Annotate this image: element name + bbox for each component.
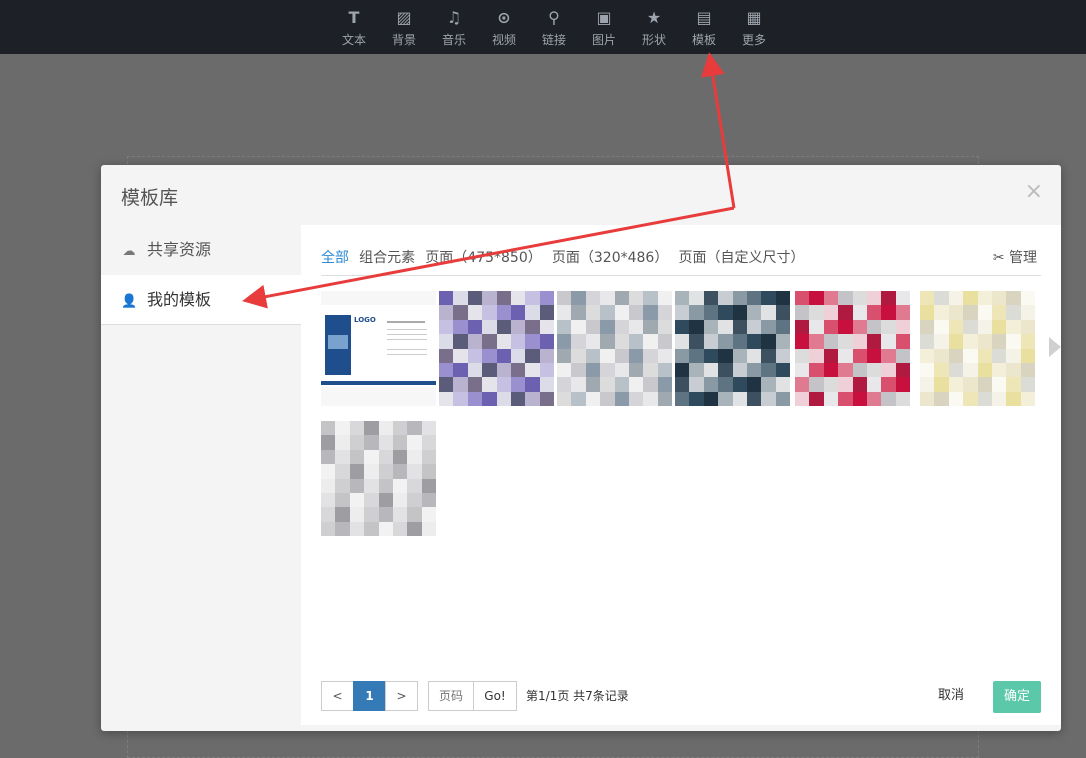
toolbar-text-label: 文本 bbox=[341, 33, 366, 47]
toolbar-template-label: 模板 bbox=[691, 33, 716, 47]
next-arrow-icon[interactable] bbox=[1049, 337, 1061, 357]
tab-page-320x486[interactable]: 页面（320*486） bbox=[552, 247, 668, 267]
thumbnail-text-line bbox=[387, 349, 427, 350]
manage-label: 管理 bbox=[1009, 250, 1037, 266]
tab-combo-elements[interactable]: 组合元素 bbox=[359, 247, 415, 267]
manage-button[interactable]: ✂ 管理 bbox=[993, 247, 1037, 267]
thumbnail-text-line bbox=[387, 334, 427, 335]
thumbnail-image bbox=[557, 291, 672, 406]
sidebar-item-label: 我的模板 bbox=[147, 290, 212, 309]
tab-all[interactable]: 全部 bbox=[321, 247, 349, 267]
toolbar-background-label: 背景 bbox=[391, 33, 416, 47]
thumbnail-text-line bbox=[387, 354, 427, 355]
sidebar-item-shared[interactable]: ☁ 共享资源 bbox=[101, 225, 301, 274]
toolbar-image-label: 图片 bbox=[591, 33, 616, 47]
toolbar-link-button[interactable]: ⚲ 链接 bbox=[534, 8, 574, 48]
tabs-divider bbox=[321, 275, 1041, 276]
link-icon: ⚲ bbox=[548, 8, 560, 27]
sidebar-item-my-templates[interactable]: 👤 我的模板 bbox=[101, 275, 301, 324]
thumbnail-image bbox=[439, 291, 554, 406]
current-page-button[interactable]: 1 bbox=[353, 681, 386, 711]
thumbnail-footer bbox=[321, 381, 436, 385]
toolbar-video-label: 视频 bbox=[491, 33, 516, 47]
more-icon: ▦ bbox=[746, 8, 762, 27]
template-library-modal: 模板库 × ☁ 共享资源 👤 我的模板 全部 组合元素 页面（475*850） 页面… bbox=[101, 165, 1061, 731]
toolbar-shape-button[interactable]: ★ 形状 bbox=[634, 8, 674, 48]
category-tabs: 全部 组合元素 页面（475*850） 页面（320*486） 页面（自定义尺寸… bbox=[321, 247, 810, 267]
toolbar-template-button[interactable]: ▤ 模板 bbox=[684, 8, 724, 48]
thumbnail-image bbox=[321, 421, 436, 536]
toolbar-text-button[interactable]: T 文本 bbox=[334, 8, 374, 48]
template-thumbnail[interactable]: LOGO bbox=[321, 291, 436, 406]
thumbnail-logo: LOGO bbox=[354, 316, 376, 324]
cloud-icon: ☁ bbox=[122, 244, 136, 259]
toolbar-more-button[interactable]: ▦ 更多 bbox=[734, 8, 774, 48]
template-thumbnail[interactable] bbox=[321, 421, 436, 536]
toolbar-link-label: 链接 bbox=[541, 33, 566, 47]
thumbnail-text-line bbox=[387, 321, 425, 323]
background-icon: ▨ bbox=[396, 8, 412, 27]
template-thumbnail[interactable] bbox=[675, 291, 790, 406]
cancel-button[interactable]: 取消 bbox=[921, 681, 981, 711]
star-icon: ★ bbox=[646, 8, 662, 27]
toolbar-shape-label: 形状 bbox=[641, 33, 666, 47]
template-thumbnail[interactable] bbox=[920, 291, 1035, 406]
top-toolbar: T 文本 ▨ 背景 ♫ 音乐 ⊙ 视频 ⚲ 链接 ▣ 图片 ★ 形状 ▤ 模板 … bbox=[0, 0, 1086, 54]
thumbnail-image bbox=[920, 291, 1035, 406]
toolbar-music-button[interactable]: ♫ 音乐 bbox=[434, 8, 474, 48]
sidebar-item-label: 共享资源 bbox=[147, 240, 212, 259]
thumbnail-photo bbox=[328, 335, 348, 349]
sidebar-divider bbox=[101, 324, 301, 325]
tab-page-475x850[interactable]: 页面（475*850） bbox=[425, 247, 541, 267]
thumbnail-text-line bbox=[387, 339, 427, 340]
toolbar-video-button[interactable]: ⊙ 视频 bbox=[484, 8, 524, 48]
toolbar-music-label: 音乐 bbox=[441, 33, 466, 47]
toolbar-more-label: 更多 bbox=[741, 33, 766, 47]
modal-title: 模板库 bbox=[121, 187, 179, 209]
music-icon: ♫ bbox=[446, 8, 462, 27]
thumbnail-image bbox=[675, 291, 790, 406]
confirm-button[interactable]: 确定 bbox=[993, 681, 1041, 713]
thumbnail-text-line bbox=[387, 329, 427, 330]
close-icon[interactable]: × bbox=[1025, 181, 1043, 203]
template-thumbnail[interactable] bbox=[795, 291, 910, 406]
template-thumbnail[interactable] bbox=[557, 291, 672, 406]
next-page-button[interactable]: > bbox=[385, 681, 418, 711]
page-info-text: 第1/1页 共7条记录 bbox=[526, 689, 629, 703]
template-thumbnail[interactable] bbox=[439, 291, 554, 406]
prev-page-button[interactable]: < bbox=[321, 681, 354, 711]
tab-page-custom[interactable]: 页面（自定义尺寸） bbox=[678, 247, 804, 267]
user-icon: 👤 bbox=[121, 294, 138, 309]
toolbar-image-button[interactable]: ▣ 图片 bbox=[584, 8, 624, 48]
text-icon: T bbox=[348, 8, 360, 27]
go-button[interactable]: Go! bbox=[473, 681, 517, 711]
template-icon: ▤ bbox=[696, 8, 712, 27]
video-icon: ⊙ bbox=[497, 8, 511, 27]
toolbar-background-button[interactable]: ▨ 背景 bbox=[384, 8, 424, 48]
thumbnail-image bbox=[795, 291, 910, 406]
image-icon: ▣ bbox=[596, 8, 612, 27]
template-content-panel: 全部 组合元素 页面（475*850） 页面（320*486） 页面（自定义尺寸… bbox=[301, 225, 1061, 725]
page-number-input[interactable] bbox=[428, 681, 474, 711]
wrench-icon: ✂ bbox=[992, 250, 1005, 266]
